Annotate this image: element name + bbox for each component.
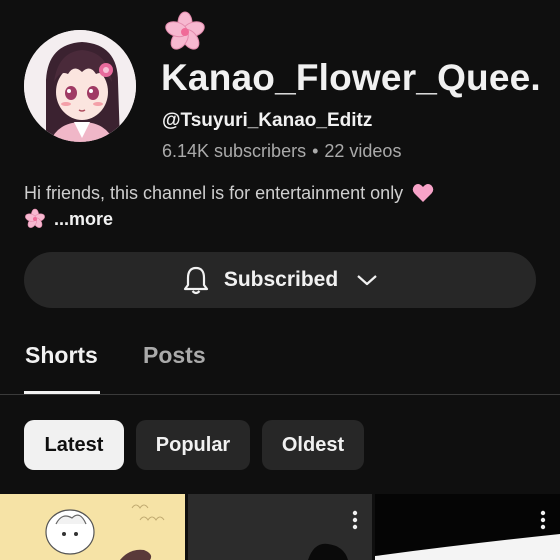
tab-posts[interactable]: Posts (143, 342, 206, 369)
channel-description[interactable]: Hi friends, this channel is for entertai… (24, 181, 434, 205)
short-thumbnail[interactable] (375, 494, 560, 560)
tab-shorts[interactable]: Shorts (25, 342, 98, 369)
more-link[interactable]: ...more (54, 209, 113, 230)
subscribed-label: Subscribed (223, 268, 339, 291)
channel-handle: @Tsuyuri_Kanao_Editz (162, 110, 373, 131)
short-thumbnail[interactable] (188, 494, 372, 560)
chevron-down-icon (357, 275, 377, 286)
subscribed-button[interactable]: Subscribed (24, 252, 536, 308)
channel-stats: 6.14K subscribers • 22 videos (162, 139, 401, 163)
cherry-blossom-icon (25, 208, 45, 228)
channel-name: Kanao_Flower_Quee... (161, 57, 541, 98)
video-count: 22 videos (324, 141, 402, 161)
more-vert-icon[interactable] (540, 510, 546, 530)
active-tab-indicator (24, 391, 100, 394)
bell-icon (183, 266, 208, 295)
cherry-blossom-icon (165, 11, 205, 50)
channel-tabs: Shorts Posts (0, 330, 560, 395)
stats-separator: • (312, 141, 319, 161)
more-vert-icon[interactable] (352, 510, 358, 530)
short-thumbnail[interactable] (0, 494, 185, 560)
description-text: Hi friends, this channel is for entertai… (24, 183, 404, 203)
description-more-row[interactable]: ...more (24, 206, 113, 232)
thumbnail-image (0, 494, 185, 560)
filter-chip-popular[interactable]: Popular (136, 420, 250, 470)
channel-avatar[interactable] (24, 30, 136, 142)
filter-chip-latest[interactable]: Latest (24, 420, 124, 470)
subscriber-count: 6.14K subscribers (162, 141, 307, 161)
thumbnail-image (188, 494, 372, 560)
thumbnail-image (375, 494, 560, 560)
filter-chip-oldest[interactable]: Oldest (262, 420, 364, 470)
heart-icon (412, 184, 434, 202)
